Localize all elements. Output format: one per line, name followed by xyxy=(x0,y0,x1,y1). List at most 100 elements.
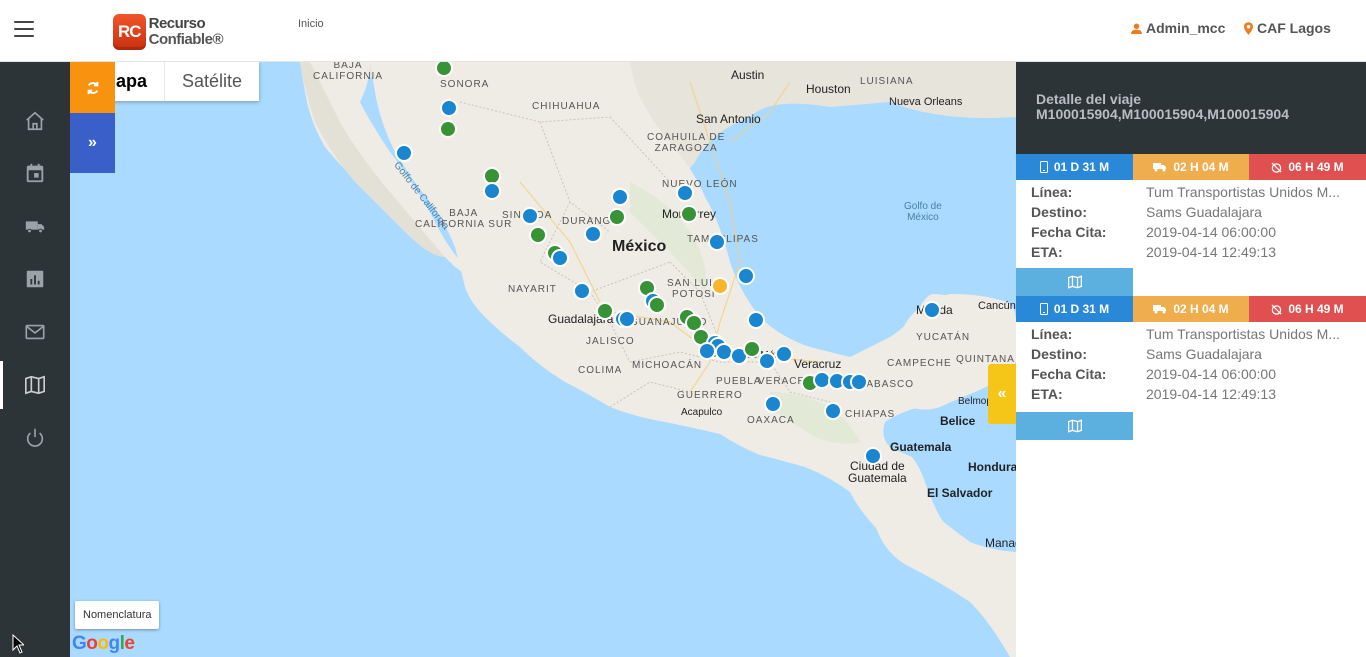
vehicle-marker[interactable] xyxy=(584,225,602,243)
trip-row-linea: Línea: Tum Transportistas Unidos M... xyxy=(1031,324,1366,344)
vehicle-marker[interactable] xyxy=(923,301,941,319)
alarm-off-icon xyxy=(1271,161,1282,173)
trip-badges: 01 D 31 M 02 H 04 M 06 H 49 M xyxy=(1016,296,1366,322)
sidebar-item-logout[interactable] xyxy=(0,414,70,462)
panel-trip-ids: M100015904,M100015904,M100015904 xyxy=(1036,106,1289,122)
truck-icon xyxy=(1153,163,1167,172)
sidebar-item-messages[interactable] xyxy=(0,308,70,356)
vehicle-marker[interactable] xyxy=(758,352,776,370)
nomenclature-button[interactable]: Nomenclatura xyxy=(75,601,160,629)
vehicle-marker[interactable] xyxy=(521,207,539,225)
destino-label: Destino: xyxy=(1031,346,1087,362)
map-icon xyxy=(1067,419,1082,433)
user-icon xyxy=(1131,23,1142,34)
vehicle-marker[interactable] xyxy=(483,182,501,200)
vehicle-marker[interactable] xyxy=(737,267,755,285)
sidebar-item-map[interactable] xyxy=(0,361,70,409)
logo-mark: RC xyxy=(113,14,146,50)
vehicle-marker[interactable] xyxy=(435,62,453,77)
vehicle-marker[interactable] xyxy=(715,343,733,361)
vehicle-marker[interactable] xyxy=(743,340,761,358)
vehicle-marker[interactable] xyxy=(618,310,636,328)
sidebar-item-trucks[interactable] xyxy=(0,202,70,250)
vehicle-marker[interactable] xyxy=(813,371,831,389)
vehicle-marker[interactable] xyxy=(529,226,547,244)
badge-transit-time-label: 02 H 04 M xyxy=(1173,302,1229,316)
map-view[interactable]: BAJA CALIFORNIA SONORA CHIHUAHUA COAHUIL… xyxy=(70,62,1016,657)
hamburger-menu-icon[interactable] xyxy=(14,21,34,37)
fecha-label: Fecha Cita: xyxy=(1031,366,1107,382)
sidebar-item-home[interactable] xyxy=(0,97,70,145)
vehicle-marker[interactable] xyxy=(611,188,629,206)
vehicle-marker[interactable] xyxy=(573,282,591,300)
vehicle-marker[interactable] xyxy=(764,395,782,413)
fecha-label: Fecha Cita: xyxy=(1031,224,1107,240)
linea-label: Línea: xyxy=(1031,326,1073,342)
chart-icon xyxy=(26,270,44,288)
markers-layer xyxy=(395,62,941,465)
trip-row-eta: ETA: 2019-04-14 12:49:13 xyxy=(1031,384,1366,404)
mouse-cursor-icon xyxy=(12,634,24,654)
sidebar-item-calendar[interactable] xyxy=(0,149,70,197)
sidebar xyxy=(0,62,70,657)
badge-device-time-label: 01 D 31 M xyxy=(1053,160,1110,174)
vehicle-marker[interactable] xyxy=(439,120,457,138)
trip-row-eta: ETA: 2019-04-14 12:49:13 xyxy=(1031,242,1366,262)
panel-header: Detalle del viaje M100015904,M100015904,… xyxy=(1016,62,1366,154)
site-name: CAF Lagos xyxy=(1257,20,1331,36)
collapse-panel-button[interactable]: « xyxy=(988,364,1016,424)
vehicle-marker[interactable] xyxy=(864,447,882,465)
calendar-icon xyxy=(26,163,44,183)
user-name: Admin_mcc xyxy=(1146,20,1226,36)
refresh-icon xyxy=(87,81,98,94)
truck-icon xyxy=(1153,305,1167,314)
vehicle-marker[interactable] xyxy=(824,402,842,420)
vehicle-marker[interactable] xyxy=(747,311,765,329)
destino-value: Sams Guadalajara xyxy=(1146,346,1262,362)
truck-icon xyxy=(25,221,45,234)
fecha-value: 2019-04-14 06:00:00 xyxy=(1146,366,1276,382)
trip-row-fecha: Fecha Cita: 2019-04-14 06:00:00 xyxy=(1031,222,1366,242)
view-on-map-button[interactable] xyxy=(1016,268,1133,296)
vehicle-marker[interactable] xyxy=(850,373,868,391)
badge-transit-time: 02 H 04 M xyxy=(1133,296,1249,322)
vehicle-marker[interactable] xyxy=(440,99,458,117)
map-type-satellite[interactable]: Satélite xyxy=(164,62,259,101)
vehicle-marker[interactable] xyxy=(775,345,793,363)
vehicle-marker[interactable] xyxy=(395,144,413,162)
fecha-value: 2019-04-14 06:00:00 xyxy=(1146,224,1276,240)
vehicle-marker[interactable] xyxy=(483,167,501,185)
expand-panel-button[interactable]: » xyxy=(70,113,115,173)
refresh-button[interactable] xyxy=(70,62,115,113)
trip-badges: 01 D 31 M 02 H 04 M 06 H 49 M xyxy=(1016,154,1366,180)
logo[interactable]: RC Recurso Confiable® xyxy=(113,13,224,51)
eta-label: ETA: xyxy=(1031,386,1063,402)
view-on-map-button[interactable] xyxy=(1016,412,1133,440)
vehicle-marker[interactable] xyxy=(711,277,729,295)
sidebar-item-reports[interactable] xyxy=(0,255,70,303)
breadcrumb[interactable]: Inicio xyxy=(298,18,324,30)
trip-row-destino: Destino: Sams Guadalajara xyxy=(1031,202,1366,222)
location-pin-icon xyxy=(1244,21,1253,35)
vehicle-marker[interactable] xyxy=(676,184,694,202)
eta-value: 2019-04-14 12:49:13 xyxy=(1146,386,1276,402)
vehicle-marker[interactable] xyxy=(680,205,698,223)
vehicle-marker[interactable] xyxy=(551,249,569,267)
home-icon xyxy=(26,111,44,131)
logo-text-line1: Recurso xyxy=(148,15,206,32)
eta-value: 2019-04-14 12:49:13 xyxy=(1146,244,1276,260)
vehicle-marker[interactable] xyxy=(596,302,614,320)
chevron-double-left-icon: « xyxy=(997,385,1007,402)
user-menu[interactable]: Admin_mcc xyxy=(1131,20,1225,36)
site-menu[interactable]: CAF Lagos xyxy=(1244,20,1331,36)
trip-card: 01 D 31 M 02 H 04 M 06 H 49 M Línea: Tum … xyxy=(1016,296,1366,440)
vehicle-marker[interactable] xyxy=(648,296,666,314)
top-bar: RC Recurso Confiable® Inicio Admin_mcc C… xyxy=(0,0,1366,62)
logo-text: Recurso Confiable® xyxy=(148,15,224,48)
mail-icon xyxy=(25,324,45,340)
vehicle-marker[interactable] xyxy=(698,342,716,360)
vehicle-marker[interactable] xyxy=(608,208,626,226)
power-icon xyxy=(26,428,44,447)
vehicle-marker[interactable] xyxy=(708,233,726,251)
destino-label: Destino: xyxy=(1031,204,1087,220)
